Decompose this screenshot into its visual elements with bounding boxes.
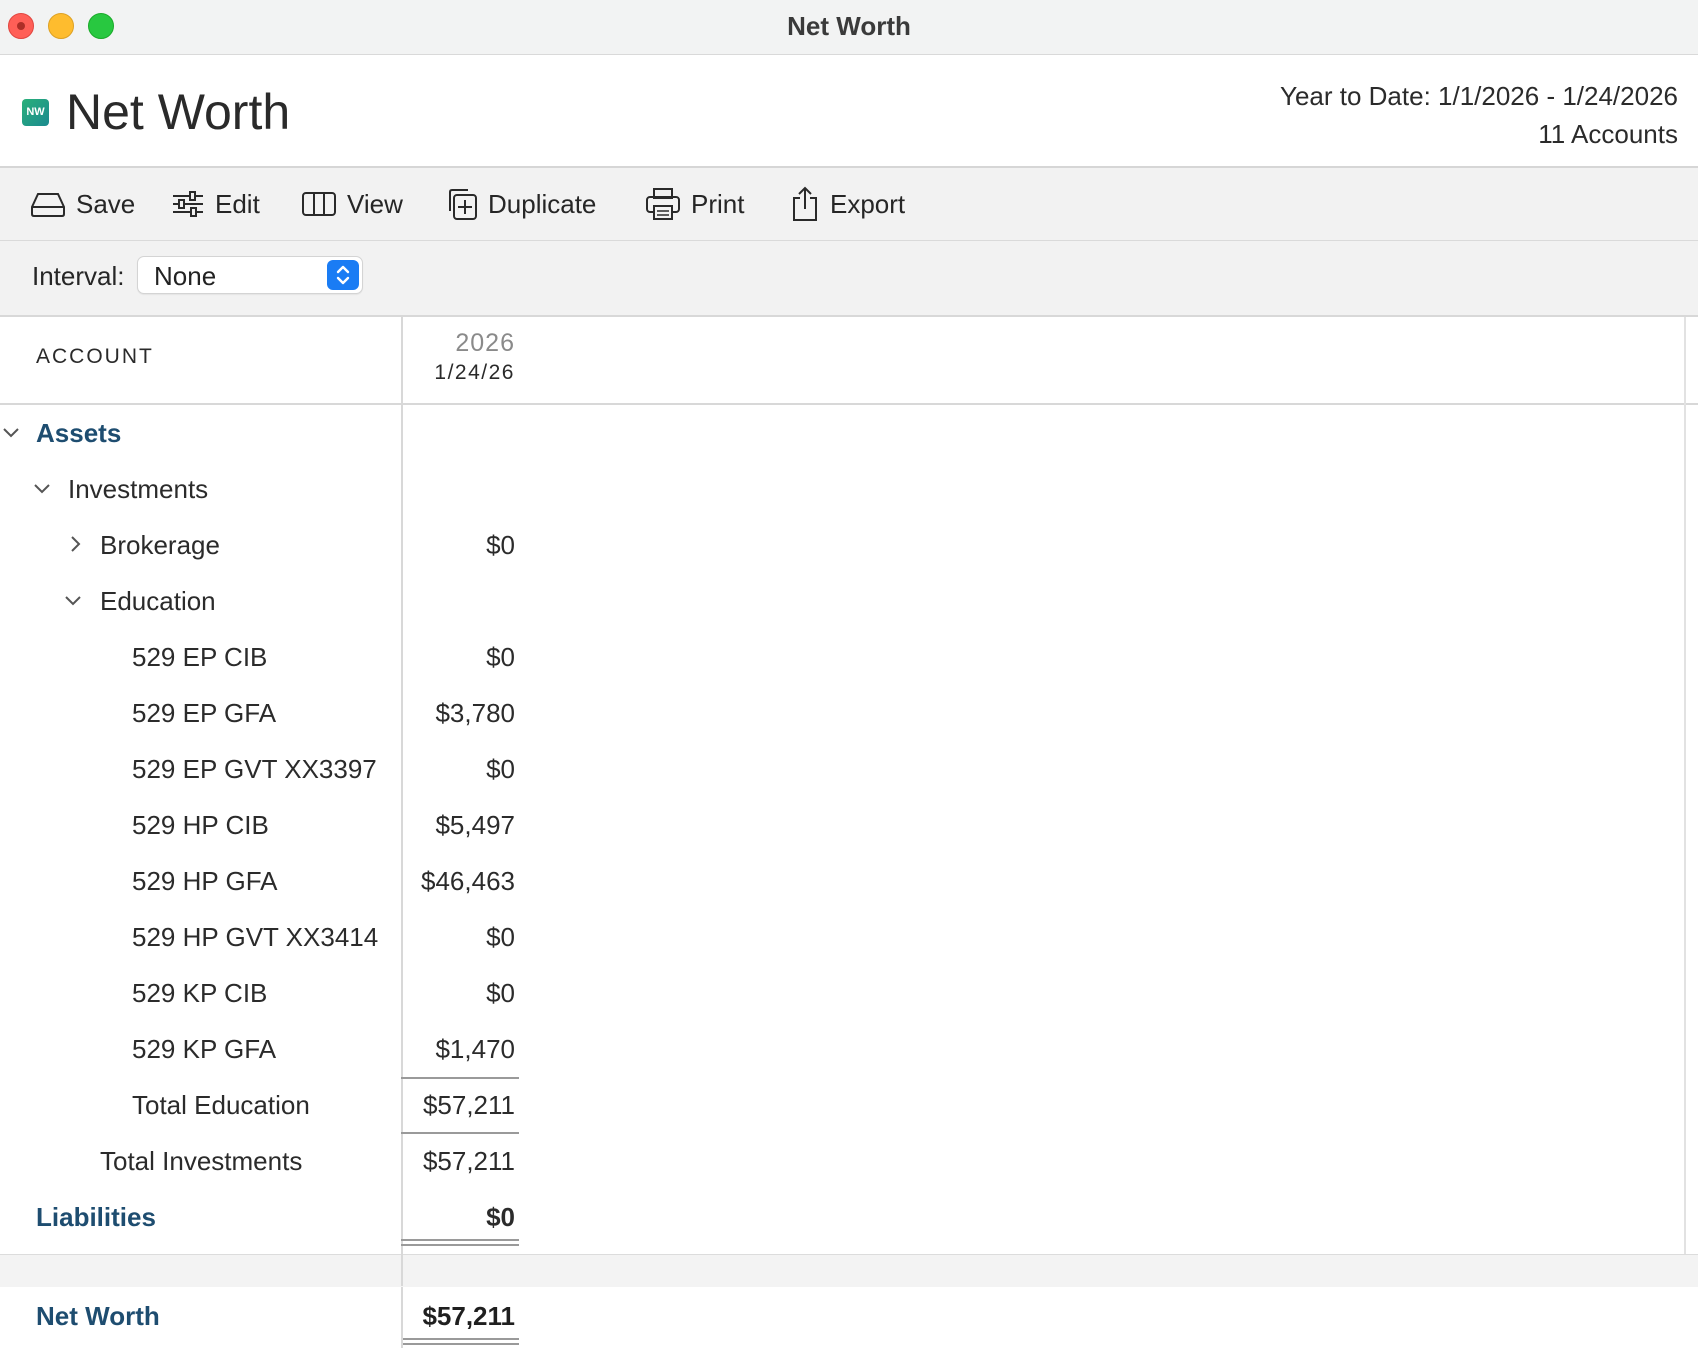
row-label: 529 KP GFA [132, 1034, 277, 1064]
table-row[interactable]: 529 KP CIB $0 [0, 965, 1684, 1021]
net-worth-label: Net Worth [36, 1301, 160, 1331]
row-label: Brokerage [100, 530, 220, 560]
net-worth-report-icon: NW [22, 99, 49, 126]
row-value: $3,780 [435, 698, 515, 728]
table-row[interactable]: 529 HP GVT XX3414 $0 [0, 909, 1684, 965]
export-label: Export [830, 188, 906, 219]
net-worth-value: $57,211 [422, 1301, 515, 1331]
save-icon [30, 190, 66, 218]
row-value: $5,497 [435, 810, 515, 840]
row-label: 529 EP CIB [132, 642, 268, 672]
interval-selected-value: None [154, 261, 217, 291]
sliders-icon [171, 190, 205, 218]
total-double-line [401, 1239, 519, 1246]
view-button[interactable]: View [301, 186, 403, 222]
table-row[interactable]: 529 KP GFA $1,470 [0, 1021, 1684, 1077]
row-value: $0 [486, 922, 515, 952]
row-label: Total Education [132, 1090, 310, 1120]
chevron-down-icon[interactable] [31, 477, 53, 499]
footer-separator [0, 1254, 1698, 1289]
table-right-edge [1684, 317, 1686, 1254]
date-column-header: 1/24/26 [434, 361, 515, 384]
account-count: 11 Accounts [1538, 119, 1678, 149]
report-table: ACCOUNT 2026 1/24/26 Assets Investments … [0, 317, 1698, 1348]
duplicate-button[interactable]: Duplicate [444, 186, 596, 222]
chevron-down-icon[interactable] [62, 589, 84, 611]
row-label: 529 HP GVT XX3414 [132, 922, 379, 952]
chevron-down-icon[interactable] [0, 421, 22, 443]
page-title: Net Worth [66, 84, 291, 140]
table-row[interactable]: 529 HP GFA $46,463 [0, 853, 1684, 909]
row-label: 529 EP GFA [132, 698, 277, 728]
columns-icon [301, 190, 337, 218]
row-label: 529 HP GFA [132, 866, 278, 896]
printer-icon [645, 187, 681, 221]
row-value: $57,211 [422, 1146, 515, 1176]
table-row-assets[interactable]: Assets [0, 405, 1684, 461]
table-row[interactable]: 529 EP GFA $3,780 [0, 685, 1684, 741]
interval-select[interactable]: None [137, 256, 363, 294]
row-label: Liabilities [36, 1202, 156, 1232]
column-divider [401, 1254, 403, 1286]
interval-bar: Interval: None [0, 241, 1698, 317]
chevron-right-icon[interactable] [64, 533, 86, 555]
net-worth-row[interactable]: Net Worth $57,211 [0, 1287, 1698, 1348]
table-row-brokerage[interactable]: Brokerage $0 [0, 517, 1684, 573]
share-icon [790, 186, 820, 222]
save-label: Save [76, 188, 136, 219]
year-column-header: 2026 [455, 329, 515, 357]
print-button[interactable]: Print [645, 186, 744, 222]
row-label: 529 HP CIB [132, 810, 269, 840]
window-title: Net Worth [787, 11, 911, 41]
duplicate-icon [444, 187, 478, 221]
report-header: NW Net Worth Year to Date: 1/1/2026 - 1/… [0, 55, 1698, 168]
account-column-header[interactable]: ACCOUNT [36, 345, 154, 369]
column-header-row: ACCOUNT 2026 1/24/26 [0, 317, 1698, 405]
interval-label: Interval: [32, 261, 125, 291]
date-range: Year to Date: 1/1/2026 - 1/24/2026 [1279, 81, 1678, 111]
export-button[interactable]: Export [790, 186, 905, 222]
duplicate-label: Duplicate [488, 188, 597, 219]
total-double-line [401, 1338, 519, 1345]
title-bar: Net Worth [0, 0, 1698, 55]
table-row[interactable]: 529 EP CIB $0 [0, 629, 1684, 685]
column-divider [401, 1287, 403, 1348]
table-row[interactable]: 529 EP GVT XX3397 $0 [0, 741, 1684, 797]
table-row-liabilities[interactable]: Liabilities $0 [0, 1189, 1684, 1245]
table-row-education[interactable]: Education [0, 573, 1684, 629]
row-value: $0 [486, 1202, 515, 1232]
toolbar: Save Edit View Duplicate Print Export [0, 168, 1698, 241]
table-row-total-investments[interactable]: Total Investments $57,211 [0, 1133, 1684, 1189]
select-stepper-icon [327, 260, 359, 290]
table-row-investments[interactable]: Investments [0, 461, 1684, 517]
row-label: Assets [36, 418, 122, 448]
row-value: $1,470 [435, 1034, 515, 1064]
row-value: $57,211 [422, 1090, 515, 1120]
row-label: Investments [68, 474, 209, 504]
row-label: Education [100, 586, 216, 616]
row-value: $0 [486, 754, 515, 784]
save-button[interactable]: Save [30, 186, 135, 222]
row-label: 529 KP CIB [132, 978, 268, 1008]
table-row[interactable]: 529 HP CIB $5,497 [0, 797, 1684, 853]
row-value: $0 [486, 530, 515, 560]
row-value: $46,463 [421, 866, 515, 896]
row-value: $0 [486, 978, 515, 1008]
print-label: Print [691, 188, 745, 219]
edit-label: Edit [215, 188, 260, 219]
table-row-total-education[interactable]: Total Education $57,211 [0, 1077, 1684, 1133]
row-label: Total Investments [100, 1146, 303, 1176]
edit-button[interactable]: Edit [171, 186, 260, 222]
row-label: 529 EP GVT XX3397 [132, 754, 377, 784]
row-value: $0 [486, 642, 515, 672]
view-label: View [347, 188, 403, 219]
